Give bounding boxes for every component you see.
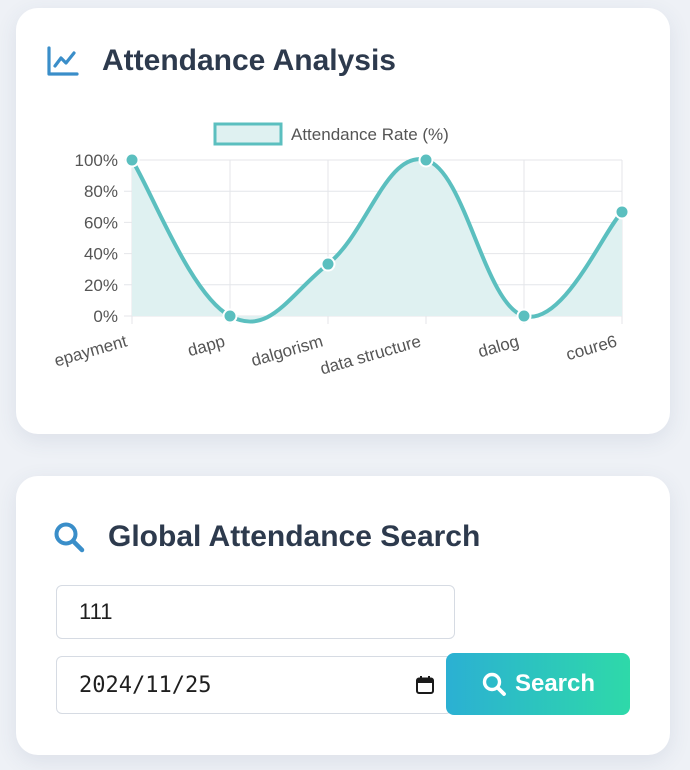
search-button-label: Search [514,670,596,697]
search-button-icon [482,672,506,696]
y-tick-label: 40% [84,245,118,264]
x-tick-label: coure6 [564,332,619,365]
y-tick-label: 20% [84,276,118,295]
attendance-area-fill [132,159,622,322]
data-point [516,308,532,324]
y-tick-label: 60% [84,213,118,232]
search-card-header: Global Attendance Search [52,520,480,554]
data-point [418,152,434,168]
date-input[interactable]: 2024/11/25 [56,656,452,714]
date-input-value: 2024/11/25 [79,672,212,698]
data-point [124,152,140,168]
data-point [320,256,336,272]
x-tick-label: dapp [186,332,228,361]
data-point [222,308,238,324]
search-card-title: Global Attendance Search [108,520,481,553]
search-icon [52,520,86,554]
x-tick-label: epayment [52,332,129,371]
data-point [614,204,630,220]
x-tick-label: dalgorism [249,332,325,371]
attendance-line-chart: 0%20%40%60%80%100%epayment dapp dalgorismd… [52,122,630,379]
calendar-icon[interactable] [415,675,435,695]
attendance-analysis-card: Attendance Analysis 0% 20% 40% 60% 80% 100% ep… [16,8,670,434]
y-tick-label: 0% [93,307,118,326]
legend-swatch [213,122,283,146]
keyword-search-input[interactable]: 111 [56,585,455,639]
keyword-input-value: 111 [79,599,113,624]
legend-label: Attendance Rate (%) [291,125,449,144]
global-attendance-search-card: Global Attendance Search 111 2024/11/25 … [16,476,670,755]
search-button[interactable]: Search [446,653,630,715]
y-tick-label: 100% [75,151,118,170]
x-tick-label: dalog [476,332,521,362]
x-tick-label: data structure [318,332,423,379]
y-tick-label: 80% [84,182,118,201]
